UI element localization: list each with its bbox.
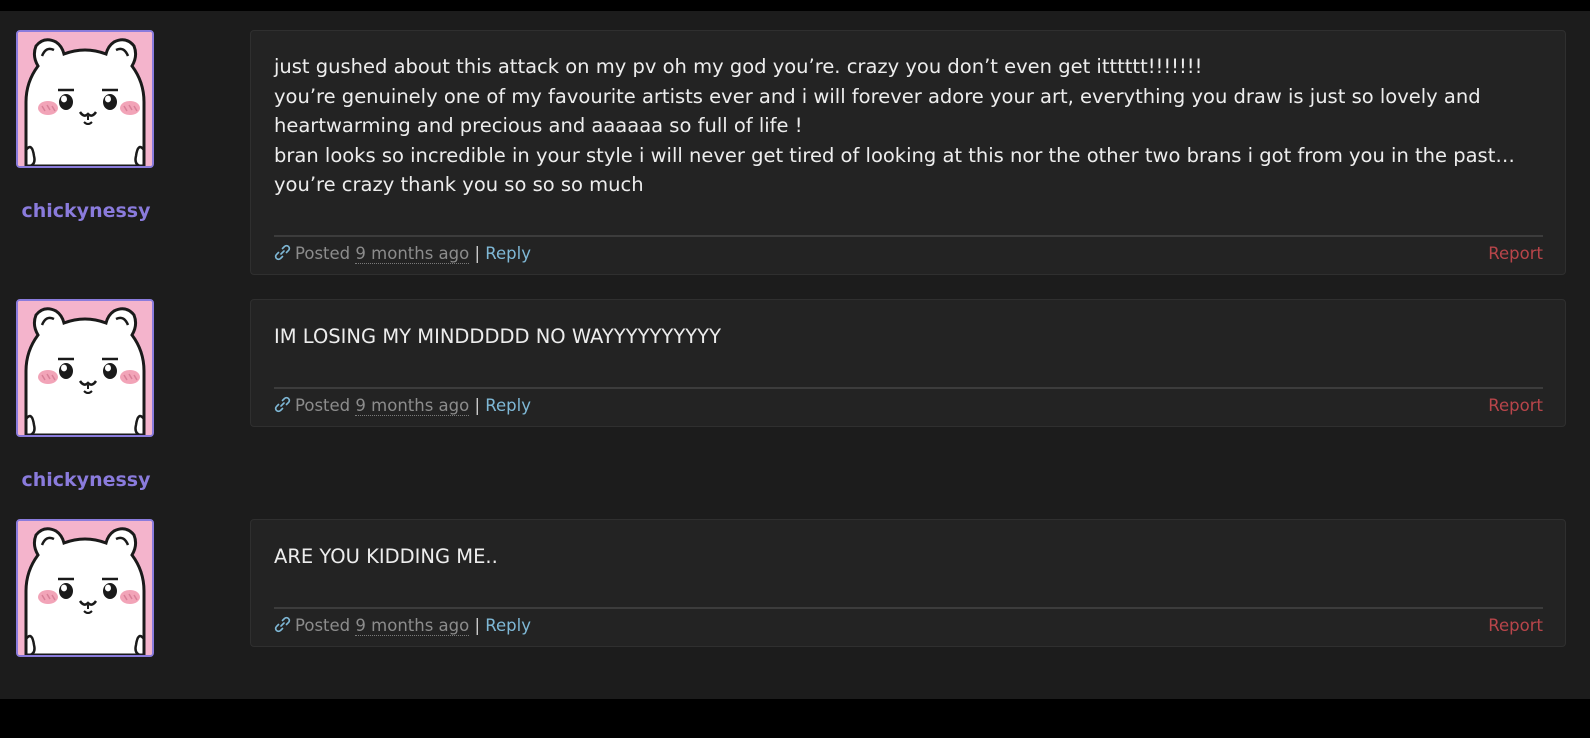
posted-label: Posted (295, 616, 351, 635)
user-avatar[interactable] (16, 299, 154, 437)
permalink-icon[interactable] (274, 616, 291, 633)
permalink-icon[interactable] (274, 244, 291, 261)
chiikawa-avatar-icon (18, 301, 152, 435)
user-avatar[interactable] (16, 519, 154, 657)
footer-separator: | (474, 616, 481, 635)
reply-link[interactable]: Reply (485, 616, 531, 635)
comment-line: just gushed about this attack on my pv o… (274, 55, 1203, 78)
comment-divider (274, 235, 1543, 237)
comment-divider (274, 387, 1543, 389)
comment-card: IM LOSING MY MINDDDDD NO WAYYYYYYYYYY Po… (250, 299, 1566, 427)
comment-footer: Posted 9 months ago | Reply Report (274, 615, 1543, 637)
user-avatar[interactable] (16, 30, 154, 168)
comment-footer: Posted 9 months ago | Reply Report (274, 395, 1543, 417)
chiikawa-avatar-icon (18, 32, 152, 166)
reply-link[interactable]: Reply (485, 396, 531, 415)
comment-body: just gushed about this attack on my pv o… (274, 52, 1543, 200)
reply-link[interactable]: Reply (485, 244, 531, 263)
comment-line: you’re genuinely one of my favourite art… (274, 84, 1481, 138)
report-link[interactable]: Report (1488, 615, 1543, 637)
comment-line: ARE YOU KIDDING ME.. (274, 545, 498, 568)
comment-body: ARE YOU KIDDING ME.. (274, 542, 1543, 572)
username-link[interactable]: chickynessy (0, 469, 172, 491)
comments-page: chickynessy just gushed about this attac… (0, 11, 1590, 699)
posted-time: 9 months ago (355, 244, 470, 264)
comment-body: IM LOSING MY MINDDDDD NO WAYYYYYYYYYY (274, 322, 1543, 352)
comment-footer: Posted 9 months ago | Reply Report (274, 243, 1543, 265)
footer-separator: | (474, 244, 481, 263)
permalink-icon[interactable] (274, 396, 291, 413)
posted-time: 9 months ago (355, 396, 470, 416)
chiikawa-avatar-icon (18, 521, 152, 655)
comment-line: IM LOSING MY MINDDDDD NO WAYYYYYYYYYY (274, 325, 721, 348)
posted-label: Posted (295, 244, 351, 263)
comment-card: ARE YOU KIDDING ME.. Posted 9 months ago… (250, 519, 1566, 647)
footer-separator: | (474, 396, 481, 415)
posted-time: 9 months ago (355, 616, 470, 636)
report-link[interactable]: Report (1488, 243, 1543, 265)
username-link[interactable]: chickynessy (0, 200, 172, 222)
comment-line: bran looks so incredible in your style i… (274, 143, 1515, 197)
posted-label: Posted (295, 396, 351, 415)
report-link[interactable]: Report (1488, 395, 1543, 417)
comment-card: just gushed about this attack on my pv o… (250, 30, 1566, 275)
comment-divider (274, 607, 1543, 609)
